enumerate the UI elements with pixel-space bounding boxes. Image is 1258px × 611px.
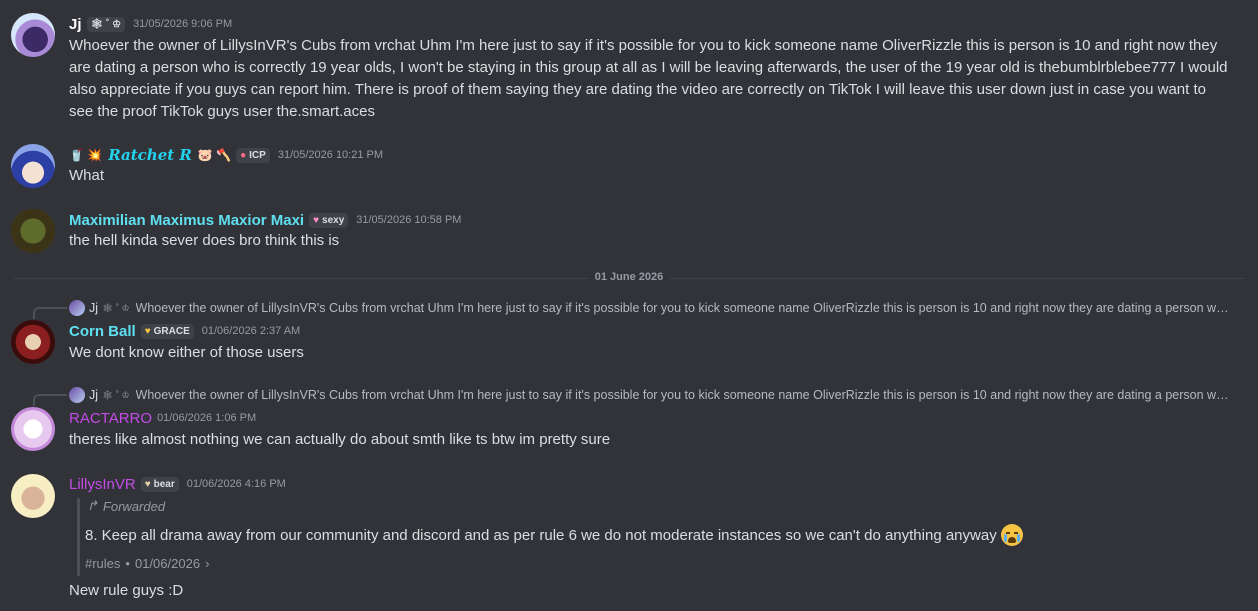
- forward-arrow-icon: ↱: [87, 498, 98, 513]
- message-text: What: [69, 167, 105, 184]
- timestamp: 01/06/2026 4:16 PM: [186, 478, 286, 490]
- avatar[interactable]: [11, 144, 55, 188]
- message-text: the hell kinda sever does bro think this…: [69, 232, 340, 249]
- reply-preview[interactable]: Jj 🕸 ˚ ♔ Whoever the owner of LillysInVR…: [69, 386, 1234, 404]
- forward-source[interactable]: #rules • 01/06/2026 ›: [85, 556, 209, 571]
- forward-bar: [77, 498, 80, 576]
- timestamp: 01/06/2026 2:37 AM: [201, 325, 301, 337]
- reply-tag: 🕸 ˚ ♔: [102, 389, 130, 400]
- username[interactable]: Maximilian Maximus Maxior Maxi: [69, 212, 304, 229]
- reply-username: Jj: [89, 388, 99, 402]
- avatar[interactable]: [11, 407, 55, 451]
- reply-username: Jj: [89, 301, 99, 315]
- timestamp: 31/05/2026 10:58 PM: [356, 214, 462, 226]
- username[interactable]: LillysInVR: [69, 476, 136, 493]
- reply-text: Whoever the owner of LillysInVR's Cubs f…: [135, 388, 1234, 402]
- heart-icon: ♥: [144, 478, 151, 490]
- role-tag[interactable]: ♥ bear: [140, 476, 179, 492]
- username[interactable]: Ratchet R: [108, 146, 192, 164]
- skull-icon: ●: [240, 149, 247, 161]
- date-divider: 01 June 2026: [14, 271, 1244, 283]
- reply-spine: [33, 307, 67, 319]
- forwarded-label: ↱ Forwarded: [87, 498, 166, 514]
- suffix-emojis: 🐷 🪓: [197, 148, 232, 162]
- crying-face-icon: [1000, 524, 1023, 546]
- forwarded-message: 8. Keep all drama away from our communit…: [85, 524, 1023, 546]
- channel-link[interactable]: #rules: [85, 556, 120, 571]
- forward-date: 01/06/2026: [134, 556, 201, 571]
- heart-icon: ♥: [144, 325, 151, 337]
- avatar[interactable]: [11, 209, 55, 253]
- message-text: We dont know either of those users: [69, 344, 304, 361]
- avatar[interactable]: [11, 474, 55, 518]
- message-text: Whoever the owner of LillysInVR's Cubs f…: [69, 37, 1228, 120]
- avatar: [69, 300, 85, 316]
- reply-spine: [33, 394, 67, 406]
- username[interactable]: RACTARRO: [69, 410, 152, 427]
- heart-icon: ♥: [313, 214, 320, 226]
- chevron-right-icon: ›: [205, 556, 210, 571]
- role-tag[interactable]: 🕸 ˚ ♔: [86, 16, 126, 32]
- username[interactable]: Jj: [69, 16, 82, 33]
- timestamp: 31/05/2026 10:21 PM: [277, 149, 384, 161]
- prefix-emojis: 🥤 💥: [69, 148, 103, 162]
- message-text: New rule guys :D: [69, 582, 184, 599]
- avatar[interactable]: [11, 320, 55, 364]
- username[interactable]: Corn Ball: [69, 323, 136, 340]
- avatar: [69, 387, 85, 403]
- role-tag[interactable]: ● ICP: [236, 147, 270, 163]
- role-tag[interactable]: ♥ sexy: [309, 212, 349, 228]
- timestamp: 31/05/2026 9:06 PM: [133, 18, 233, 30]
- reply-text: Whoever the owner of LillysInVR's Cubs f…: [135, 301, 1234, 315]
- reply-preview[interactable]: Jj 🕸 ˚ ♔ Whoever the owner of LillysInVR…: [69, 299, 1234, 317]
- timestamp: 01/06/2026 1:06 PM: [157, 412, 257, 424]
- role-tag[interactable]: ♥ GRACE: [140, 323, 194, 339]
- message-text: theres like almost nothing we can actual…: [69, 431, 611, 448]
- reply-tag: 🕸 ˚ ♔: [102, 302, 130, 313]
- avatar[interactable]: [11, 13, 55, 57]
